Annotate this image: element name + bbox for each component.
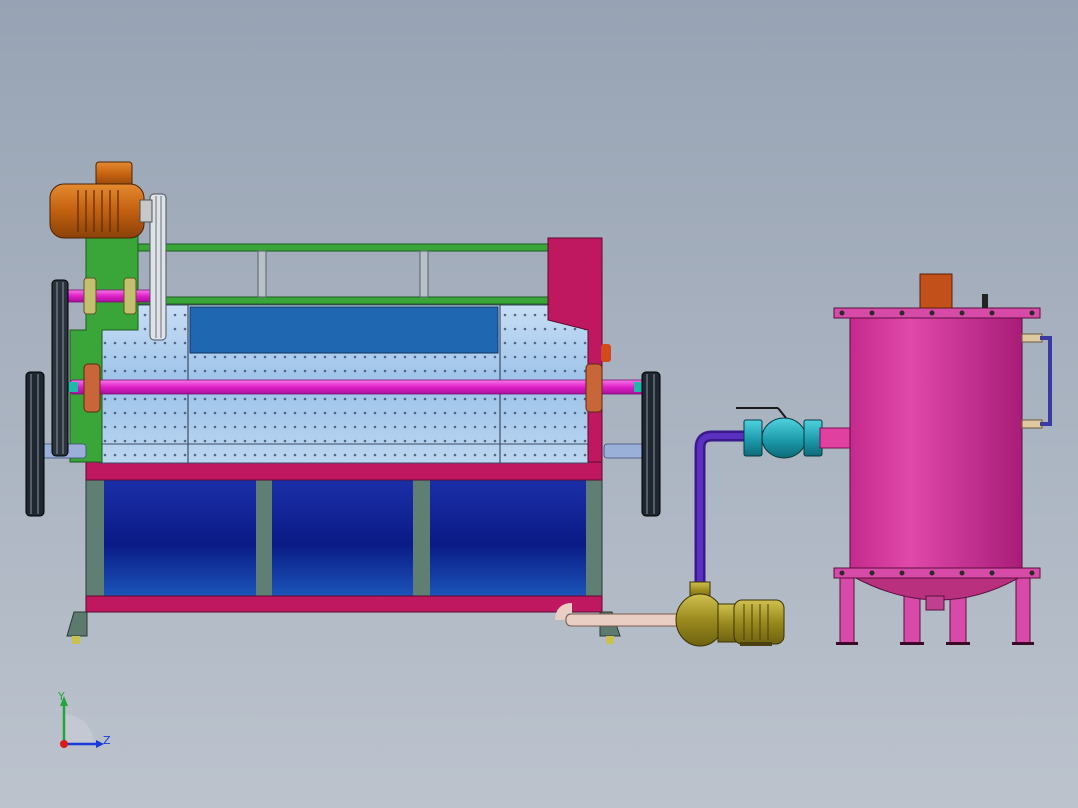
pump-discharge-pipe — [694, 430, 760, 588]
frame-foot-left — [66, 611, 88, 637]
triad-z-label: Z — [103, 734, 111, 747]
upper-drive-shaft — [57, 289, 163, 303]
storage-vessel-icon[interactable] — [833, 273, 1052, 645]
centrifugal-pump-icon[interactable] — [675, 581, 785, 647]
ball-valve-icon[interactable] — [736, 407, 853, 459]
level-gauge-icon — [1021, 333, 1052, 429]
drive-motor-icon — [49, 161, 153, 239]
main-shaft — [69, 379, 649, 395]
top-guard-rail — [137, 243, 551, 305]
drum-screen-machine[interactable] — [25, 161, 661, 644]
triad-y-label: Y — [57, 690, 65, 703]
view-triad: Y Z — [57, 690, 111, 748]
cad-viewport[interactable]: Y Z — [0, 0, 1078, 808]
collection-tank-icon — [85, 461, 603, 613]
